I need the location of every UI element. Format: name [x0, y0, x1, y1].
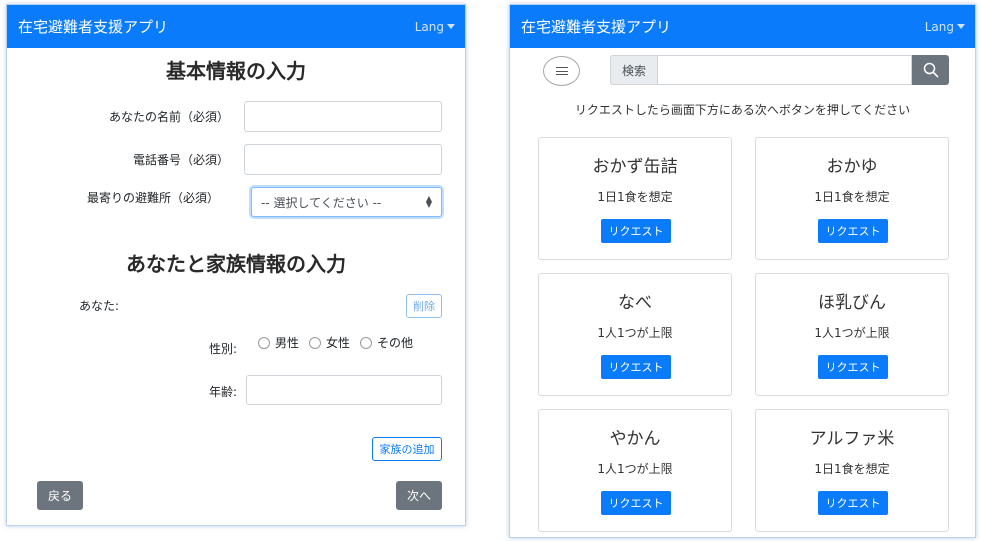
back-button[interactable]: 戻る: [37, 481, 83, 510]
shelter-label: 最寄りの避難所（必須）: [87, 191, 220, 205]
lang-label: Lang: [924, 19, 954, 34]
navbar: 在宅避難者支援アプリ Lang: [510, 5, 975, 48]
item-name: ほ乳びん: [818, 293, 886, 313]
item-note: 1人1つが上限: [597, 326, 673, 340]
search-input[interactable]: [657, 55, 912, 85]
lang-dropdown[interactable]: Lang: [415, 20, 455, 34]
add-family-button[interactable]: 家族の追加: [372, 437, 442, 461]
request-button[interactable]: リクエスト: [601, 491, 671, 515]
request-hint: リクエストしたら画面下方にある次へボタンを押してください: [574, 103, 911, 117]
phone-label: 電話番号（必須）: [133, 153, 230, 167]
radio-icon: [309, 336, 322, 349]
gender-other-radio[interactable]: その他: [360, 334, 413, 351]
phone-input[interactable]: [244, 144, 442, 175]
app-brand[interactable]: 在宅避難者支援アプリ: [521, 16, 671, 37]
age-input[interactable]: [246, 375, 442, 405]
search-button[interactable]: [912, 55, 949, 85]
menu-button[interactable]: [543, 56, 580, 86]
item-card: おかゆ 1日1食を想定 リクエスト: [755, 137, 949, 260]
name-input[interactable]: [244, 101, 442, 132]
gender-female-radio[interactable]: 女性: [309, 334, 350, 351]
item-note: 1日1食を想定: [597, 190, 673, 204]
caret-down-icon: [447, 24, 455, 29]
search-label: 検索: [610, 55, 657, 85]
request-screen: 在宅避難者支援アプリ Lang 検索 リクエストしたら画面下方にある次へボタンを…: [509, 4, 976, 538]
shelter-selected-value: -- 選択してください --: [261, 195, 382, 210]
radio-icon: [258, 336, 270, 349]
item-name: おかず缶詰: [592, 157, 678, 177]
name-label: あなたの名前（必須）: [109, 110, 230, 124]
basic-info-title: 基本情報の入力: [166, 59, 306, 83]
lang-label: Lang: [414, 19, 444, 34]
gender-male-label: 男性: [275, 336, 300, 350]
item-note: 1日1食を想定: [814, 462, 890, 476]
item-name: やかん: [609, 429, 661, 449]
request-button[interactable]: リクエスト: [818, 491, 888, 515]
navbar: 在宅避難者支援アプリ Lang: [7, 5, 465, 48]
gender-label: 性別:: [209, 342, 238, 356]
request-button[interactable]: リクエスト: [601, 355, 671, 379]
item-name: おかゆ: [826, 157, 878, 177]
request-button[interactable]: リクエスト: [818, 355, 888, 379]
request-button[interactable]: リクエスト: [601, 219, 671, 243]
item-note: 1人1つが上限: [597, 462, 673, 476]
item-name: なべ: [618, 293, 652, 313]
age-label: 年齢:: [209, 385, 238, 399]
gender-other-label: その他: [377, 336, 414, 350]
app-brand[interactable]: 在宅避難者支援アプリ: [18, 16, 168, 37]
item-card: やかん 1人1つが上限 リクエスト: [538, 409, 732, 532]
delete-button[interactable]: 削除: [406, 294, 442, 318]
item-note: 1人1つが上限: [814, 326, 890, 340]
search-icon: [923, 62, 938, 78]
select-arrows-icon: ▲ ▼: [425, 194, 432, 209]
shelter-select[interactable]: -- 選択してください -- ▲ ▼: [251, 187, 442, 217]
gender-radio-group: 男性 女性 その他: [258, 334, 423, 351]
item-card: アルファ米 1日1食を想定 リクエスト: [755, 409, 949, 532]
request-button[interactable]: リクエスト: [818, 219, 888, 243]
item-name: アルファ米: [809, 429, 895, 449]
registration-screen: 在宅避難者支援アプリ Lang 基本情報の入力 あなたの名前（必須） 電話番号（…: [6, 4, 466, 526]
item-card: おかず缶詰 1日1食を想定 リクエスト: [538, 137, 732, 260]
family-info-title: あなたと家族情報の入力: [126, 252, 346, 276]
gender-female-label: 女性: [326, 336, 351, 350]
next-button[interactable]: 次へ: [396, 481, 442, 510]
lang-dropdown[interactable]: Lang: [925, 20, 965, 34]
hamburger-icon: [555, 67, 568, 75]
you-label: あなた:: [79, 299, 120, 313]
item-card: なべ 1人1つが上限 リクエスト: [538, 273, 732, 396]
item-note: 1日1食を想定: [814, 190, 890, 204]
radio-icon: [360, 336, 373, 349]
item-card: ほ乳びん 1人1つが上限 リクエスト: [755, 273, 949, 396]
gender-male-radio[interactable]: 男性: [258, 334, 299, 351]
caret-down-icon: [957, 24, 965, 29]
